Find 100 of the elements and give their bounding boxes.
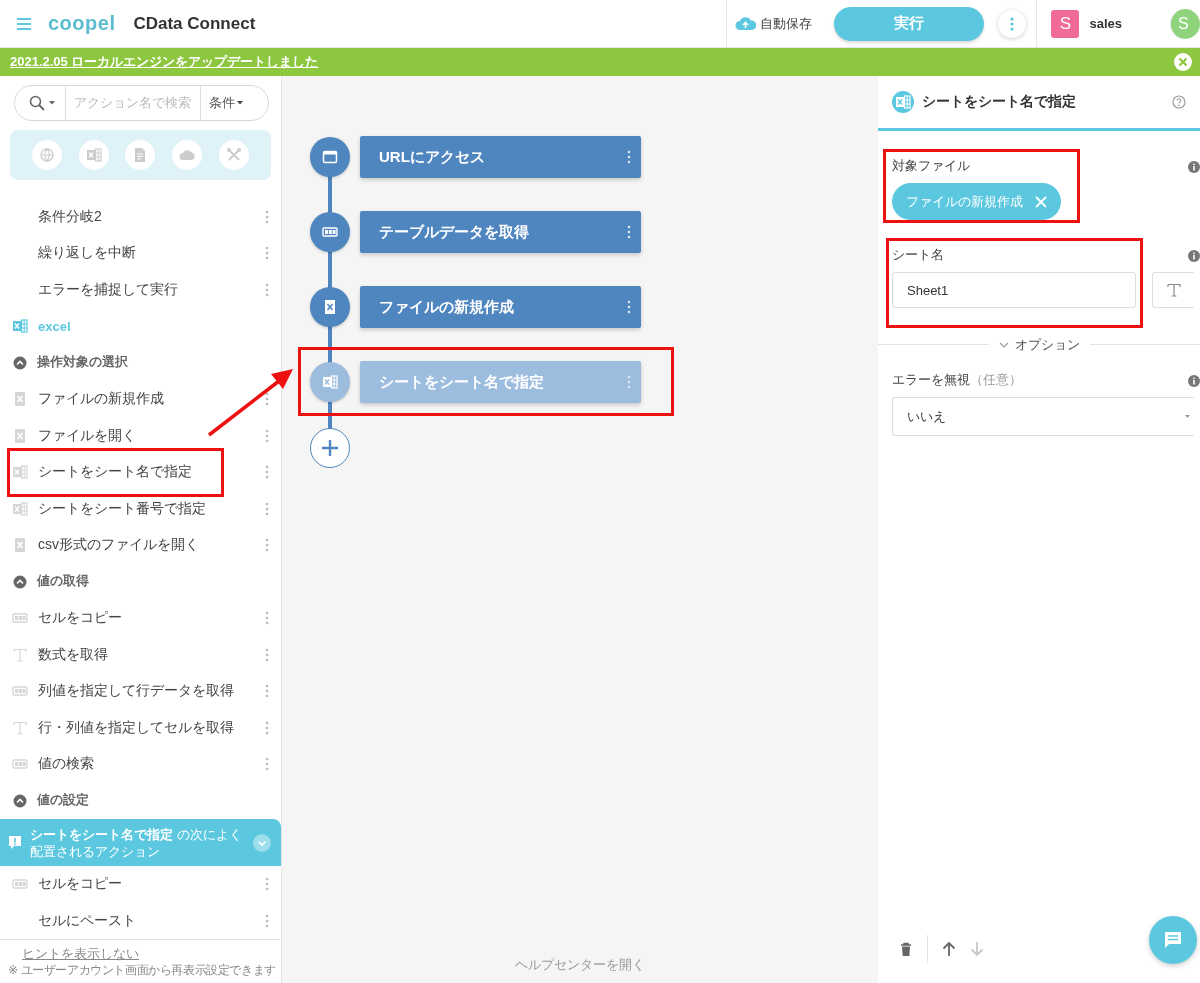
spreadsheet-icon xyxy=(12,391,28,408)
more-icon[interactable] xyxy=(265,876,269,893)
dropdown-field[interactable]: いいえ xyxy=(892,397,1194,436)
more-icon[interactable] xyxy=(265,391,269,408)
more-icon xyxy=(1010,15,1015,32)
action-item[interactable]: 条件分岐2 xyxy=(38,208,255,226)
text-icon xyxy=(12,647,28,663)
more-icon[interactable] xyxy=(265,209,269,225)
chevron-down-icon xyxy=(998,341,1009,348)
more-icon[interactable] xyxy=(265,501,269,517)
options-label: オプション xyxy=(1014,335,1080,354)
action-item[interactable]: 行・列値を指定してセルを取得 xyxy=(38,719,255,737)
spreadsheet-icon xyxy=(85,146,102,163)
step-label: URLにアクセス xyxy=(379,147,485,167)
text-icon xyxy=(1165,282,1182,298)
autosave-status: 自動保存 xyxy=(760,14,813,33)
action-item[interactable]: ファイルを開く xyxy=(38,427,255,445)
app-name: CData Connect xyxy=(133,13,256,34)
action-item[interactable]: 値の検索 xyxy=(38,755,255,774)
section-heading: 値の設定 xyxy=(37,792,89,810)
chat-icon xyxy=(1163,930,1183,950)
sheet-name-field[interactable]: Sheet1 xyxy=(892,272,1136,308)
more-icon[interactable] xyxy=(265,756,269,773)
more-icon[interactable] xyxy=(265,610,269,627)
text-type-button[interactable] xyxy=(1152,272,1194,308)
collapse-icon[interactable] xyxy=(13,794,27,808)
action-item[interactable]: セルにペースト xyxy=(38,911,255,930)
filter-dropdown[interactable]: 条件 xyxy=(200,86,251,120)
hint-title: シートをシート名で指定 の次によく配置されるアクション xyxy=(30,825,243,860)
action-item[interactable]: csv形式のファイルを開く xyxy=(38,536,255,555)
action-item[interactable]: 数式を取得 xyxy=(38,646,255,664)
more-icon[interactable] xyxy=(265,720,269,736)
dropdown-value: いいえ xyxy=(907,407,946,426)
close-icon[interactable] xyxy=(1174,53,1192,71)
action-item[interactable]: セルをコピー xyxy=(38,875,255,894)
panel-title: シートをシート名で指定 xyxy=(922,93,1077,111)
category-button[interactable] xyxy=(32,139,63,170)
more-icon[interactable] xyxy=(265,245,269,262)
collapse-icon[interactable] xyxy=(13,575,27,589)
action-item[interactable]: 列値を指定して行データを取得 xyxy=(38,682,255,701)
caret-icon xyxy=(1185,415,1190,418)
more-icon[interactable] xyxy=(627,149,631,165)
collapse-icon[interactable] xyxy=(13,356,27,370)
action-item[interactable]: シートをシート名で指定 xyxy=(38,463,255,482)
step-card[interactable]: ファイルの新規作成 xyxy=(360,286,641,328)
more-icon[interactable] xyxy=(265,683,269,700)
step-label: ファイルの新規作成 xyxy=(379,297,514,317)
step-card[interactable]: URLにアクセス xyxy=(360,136,641,178)
cloud-upload-icon xyxy=(735,14,757,33)
more-icon[interactable] xyxy=(265,464,269,481)
browser-icon xyxy=(322,149,338,165)
more-icon[interactable] xyxy=(627,224,631,240)
more-button[interactable] xyxy=(998,9,1027,38)
more-icon[interactable] xyxy=(265,428,269,444)
more-icon[interactable] xyxy=(265,647,269,663)
info-icon[interactable] xyxy=(1188,161,1200,173)
category-button[interactable] xyxy=(218,139,249,170)
action-item[interactable]: セルをコピー xyxy=(38,609,255,628)
logo: coopel xyxy=(48,12,116,35)
chevron-down-icon[interactable] xyxy=(253,833,271,852)
remove-icon[interactable] xyxy=(1035,195,1047,208)
step-card[interactable]: テーブルデータを取得 xyxy=(360,211,641,253)
user-name: sales xyxy=(1089,16,1122,31)
more-icon[interactable] xyxy=(627,299,631,315)
section-heading: 操作対象の選択 xyxy=(37,354,128,372)
hide-hints-link[interactable]: ヒントを表示しない xyxy=(22,947,139,961)
section-heading: 値の取得 xyxy=(37,573,89,591)
step-label: テーブルデータを取得 xyxy=(379,222,529,242)
globe-icon xyxy=(39,146,56,163)
category-button[interactable] xyxy=(172,139,203,170)
table-icon xyxy=(322,224,338,240)
info-icon[interactable] xyxy=(1188,375,1200,387)
trash-icon[interactable] xyxy=(899,941,913,957)
settings-note: ※ ユーザーアカウント画面から再表示設定できます xyxy=(8,963,277,978)
spreadsheet-icon xyxy=(12,318,28,335)
category-button[interactable] xyxy=(125,139,156,170)
more-icon[interactable] xyxy=(265,537,269,554)
category-button[interactable] xyxy=(78,139,109,170)
spreadsheet-icon xyxy=(12,537,28,554)
spreadsheet-icon xyxy=(322,299,338,315)
field-label: エラーを無視 xyxy=(892,372,970,387)
caret-icon xyxy=(49,100,55,105)
action-item[interactable]: エラーを捕捉して実行 xyxy=(38,281,255,299)
action-item[interactable]: シートをシート番号で指定 xyxy=(38,500,255,518)
info-icon[interactable] xyxy=(1188,250,1200,262)
chat-button[interactable] xyxy=(1149,916,1197,964)
field-label: シート名 xyxy=(892,247,944,262)
menu-icon[interactable] xyxy=(16,15,32,32)
more-icon[interactable] xyxy=(265,282,269,298)
plus-icon xyxy=(320,438,340,458)
action-item[interactable]: ファイルの新規作成 xyxy=(38,390,255,409)
add-step-button[interactable] xyxy=(310,428,350,468)
help-icon[interactable] xyxy=(1172,95,1186,109)
options-toggle[interactable]: オプション xyxy=(988,336,1090,353)
spreadsheet-icon xyxy=(892,91,914,113)
caret-icon xyxy=(237,100,243,105)
step-label: シートをシート名で指定 xyxy=(379,372,544,392)
more-icon[interactable] xyxy=(265,912,269,929)
action-item[interactable]: 繰り返しを中断 xyxy=(38,244,255,263)
arrow-up-icon[interactable] xyxy=(942,941,956,957)
